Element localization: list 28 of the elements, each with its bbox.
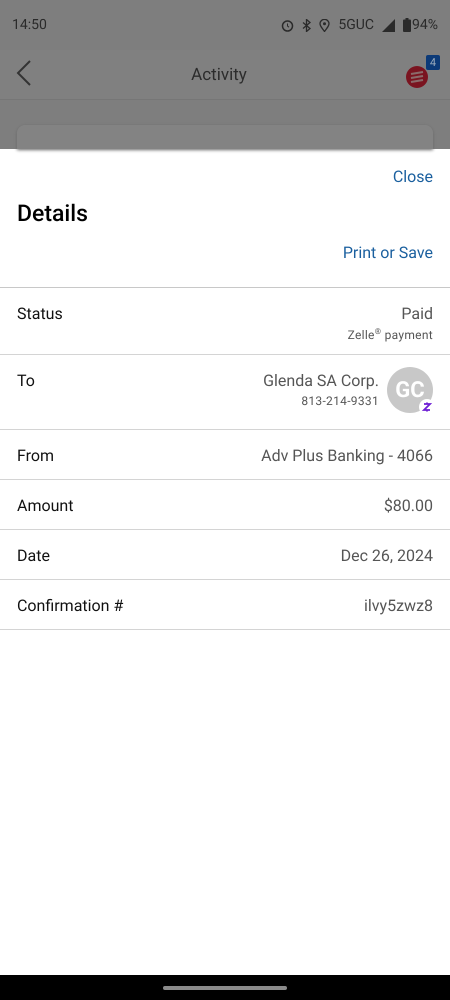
field-label: From — [17, 446, 54, 465]
page-title: Activity — [190, 64, 248, 84]
network-label: 5GUC — [338, 17, 374, 33]
field-label: Date — [17, 546, 50, 565]
field-value: Glenda SA Corp. — [263, 371, 379, 390]
home-indicator[interactable] — [163, 986, 287, 990]
notification-badge: 4 — [426, 54, 440, 70]
location-icon — [319, 18, 330, 32]
print-link[interactable]: Print or Save — [342, 243, 433, 262]
battery-icon — [403, 18, 411, 32]
field-label: Status — [17, 304, 63, 323]
close-link[interactable]: Close — [392, 167, 433, 186]
field-value: Dec 26, 2024 — [340, 546, 433, 565]
phone-number: 813-214-9331 — [301, 394, 379, 408]
clock-time: 14:50 — [12, 17, 47, 33]
field-label: Amount — [17, 496, 74, 515]
field-value: Paid — [401, 304, 433, 323]
payment-method: Zelle$^{®}$ payment — [348, 327, 433, 342]
bluetooth-icon — [302, 18, 312, 32]
field-value: Adv Plus Banking - 4066 — [261, 446, 433, 465]
field-value: ilvy5zwz8 — [364, 596, 433, 615]
signal-icon — [382, 18, 395, 32]
sheet-title: Details — [17, 200, 89, 227]
field-label: Confirmation # — [17, 596, 124, 615]
alarm-icon — [281, 18, 294, 32]
field-value: $80.00 — [384, 496, 433, 515]
field-label: To — [17, 371, 35, 390]
battery-percent: 94% — [412, 17, 438, 33]
